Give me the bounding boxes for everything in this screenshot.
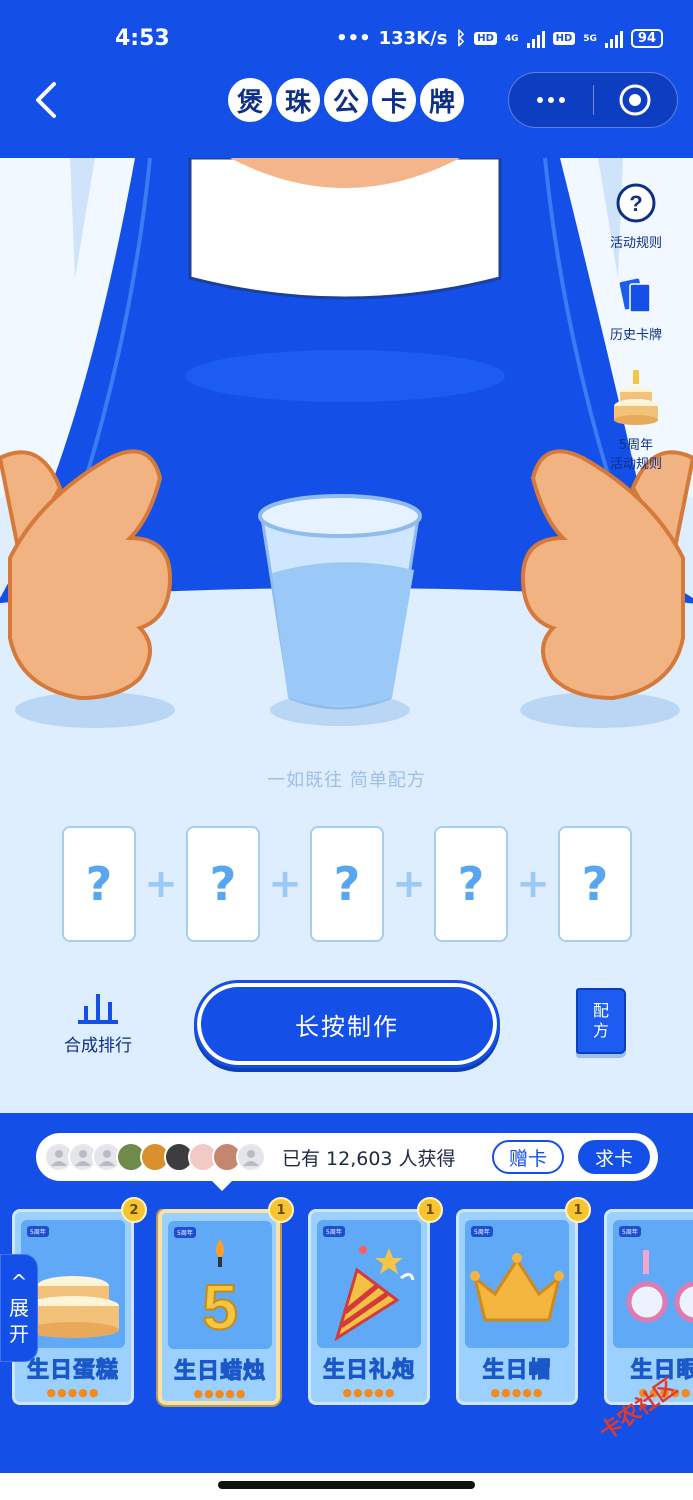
expand-label-1: 展 xyxy=(9,1296,29,1320)
history-cards-label: 历史卡牌 xyxy=(609,328,662,343)
question-icon: ? xyxy=(616,183,656,223)
request-card-button[interactable]: 求卡 xyxy=(578,1140,650,1174)
plus-icon: + xyxy=(392,861,426,907)
card-rarity: ●●●●● xyxy=(342,1386,396,1399)
anniversary-line2: 活动规则 xyxy=(609,457,662,472)
status-indicators: ••• 133K/s ᛒ HD 4G HD 5G 94 xyxy=(336,28,663,49)
card-art: 5周年 xyxy=(613,1220,693,1348)
card-birthday-hat[interactable]: 5周年 生日帽 ●●●●● xyxy=(456,1209,578,1405)
network-speed: 133K/s xyxy=(378,28,448,49)
recipe-label-line1: 配 xyxy=(592,1001,609,1020)
card-rarity: ●●●●● xyxy=(46,1386,100,1399)
title-char: 牌 xyxy=(420,78,464,122)
ranking-label: 合成排行 xyxy=(64,1036,132,1056)
anniversary-line1: 5周年 xyxy=(618,438,654,453)
target-icon xyxy=(619,84,651,116)
title-char: 公 xyxy=(324,78,368,122)
card-count-badge: 2 xyxy=(121,1197,147,1223)
birthday-cake-icon xyxy=(614,370,658,425)
card-count-badge: 1 xyxy=(417,1197,443,1223)
history-cards-button[interactable]: 历史卡牌 xyxy=(601,278,671,343)
miniprogram-capsule xyxy=(508,72,678,128)
svg-text:?: ? xyxy=(629,191,642,216)
signal-icon xyxy=(526,30,545,48)
card-carousel[interactable]: 5周年 生日蛋糕 ●●●●● 5周年 5 生日蜡烛 ●●●●● 5周年 生日礼炮… xyxy=(12,1209,693,1409)
card-birthday-candle[interactable]: 5周年 5 生日蜡烛 ●●●●● xyxy=(158,1209,280,1405)
long-press-make-button[interactable]: 长按制作 xyxy=(194,980,500,1068)
card-tag: 5周年 xyxy=(619,1226,641,1237)
card-birthday-glasses[interactable]: 5周年 生日眼 ●●●●● xyxy=(604,1209,693,1405)
card-rarity: ●●●●● xyxy=(490,1386,544,1399)
ingredient-slot[interactable]: ? xyxy=(434,826,508,942)
expand-label-2: 开 xyxy=(9,1322,29,1346)
recipe-label-line2: 方 xyxy=(592,1021,609,1040)
card-name: 生日礼炮 xyxy=(322,1358,415,1384)
title-char: 卡 xyxy=(372,78,416,122)
ingredient-slot[interactable]: ? xyxy=(186,826,260,942)
gift-card-button[interactable]: 赠卡 xyxy=(492,1140,564,1174)
card-tag: 5周年 xyxy=(471,1226,493,1237)
ingredient-slot[interactable]: ? xyxy=(310,826,384,942)
ingredient-slot[interactable]: ? xyxy=(558,826,632,942)
synthesis-ranking-button[interactable]: 合成排行 xyxy=(58,990,138,1056)
more-dots-icon: ••• xyxy=(336,28,371,49)
card-tag: 5周年 xyxy=(323,1226,345,1237)
ingredient-slot[interactable]: ? xyxy=(62,826,136,942)
network-5g-label: 5G xyxy=(583,33,597,44)
cards-stack-icon xyxy=(619,278,651,313)
card-collection-panel: 已有 12,603 人获得 赠卡 求卡 5周年 生日蛋糕 ●●●●● 5周年 5… xyxy=(0,1113,693,1473)
vendor-illustration xyxy=(0,158,693,1113)
title-char: 煲 xyxy=(228,78,272,122)
card-count-badge: 1 xyxy=(268,1197,294,1223)
page-title: 煲 珠 公 卡 牌 xyxy=(228,78,464,122)
bar-chart-icon xyxy=(78,994,118,1024)
card-tag: 5周年 xyxy=(27,1226,49,1237)
plus-icon: + xyxy=(516,861,550,907)
hd-badge-2: HD xyxy=(552,32,576,45)
battery-indicator: 94 xyxy=(630,29,663,48)
card-name: 生日帽 xyxy=(482,1358,552,1384)
expand-button[interactable]: ^ 展 开 xyxy=(0,1254,38,1362)
signal-icon-2 xyxy=(604,30,623,48)
activity-rules-button[interactable]: ? 活动规则 xyxy=(601,182,671,251)
plus-icon: + xyxy=(144,861,178,907)
status-time: 4:53 xyxy=(115,26,170,51)
home-indicator[interactable] xyxy=(218,1481,475,1489)
anniversary-rules-button[interactable]: 5周年 活动规则 xyxy=(601,366,671,472)
activity-rules-label: 活动规则 xyxy=(609,236,662,251)
owner-avatars xyxy=(44,1142,266,1172)
more-options-button[interactable] xyxy=(509,72,593,128)
network-4g-label: 4G xyxy=(504,33,519,44)
chevron-up-icon: ^ xyxy=(10,1270,28,1294)
card-party-popper[interactable]: 5周年 生日礼炮 ●●●●● xyxy=(308,1209,430,1405)
party-popper-icon xyxy=(334,1246,415,1342)
card-rarity: ●●●●● xyxy=(193,1387,247,1400)
back-button[interactable] xyxy=(30,80,70,120)
owners-bar: 已有 12,603 人获得 赠卡 求卡 xyxy=(36,1133,658,1191)
hd-badge: HD xyxy=(474,32,497,45)
card-count-badge: 1 xyxy=(565,1197,591,1223)
illustration-scene: ? 活动规则 历史卡牌 5周年 活动规则 一如既往 简单配方 ? + ? + ?… xyxy=(0,158,693,1113)
card-tag: 5周年 xyxy=(174,1227,196,1238)
close-miniprogram-button[interactable] xyxy=(594,72,678,128)
ingredient-slots: ? + ? + ? + ? + ? xyxy=(62,826,632,942)
crown-icon xyxy=(470,1253,564,1322)
glasses-icon xyxy=(626,1250,693,1323)
chevron-left-icon xyxy=(36,82,56,118)
candle-five-icon: 5 xyxy=(201,1239,239,1344)
card-art: 5周年 5 xyxy=(168,1221,272,1349)
plus-icon: + xyxy=(268,861,302,907)
card-name: 生日蜡烛 xyxy=(173,1359,266,1385)
recipe-book-button[interactable]: 配 方 xyxy=(576,988,626,1054)
title-bar: 煲 珠 公 卡 牌 xyxy=(0,60,693,158)
bluetooth-icon: ᛒ xyxy=(455,28,467,49)
card-art: 5周年 xyxy=(317,1220,421,1348)
avatar xyxy=(236,1142,266,1172)
candle-number: 5 xyxy=(202,1271,238,1343)
owners-count-text: 已有 12,603 人获得 xyxy=(282,1147,456,1170)
slogan-text: 一如既往 简单配方 xyxy=(267,770,426,791)
card-art: 5周年 xyxy=(465,1220,569,1348)
title-char: 珠 xyxy=(276,78,320,122)
